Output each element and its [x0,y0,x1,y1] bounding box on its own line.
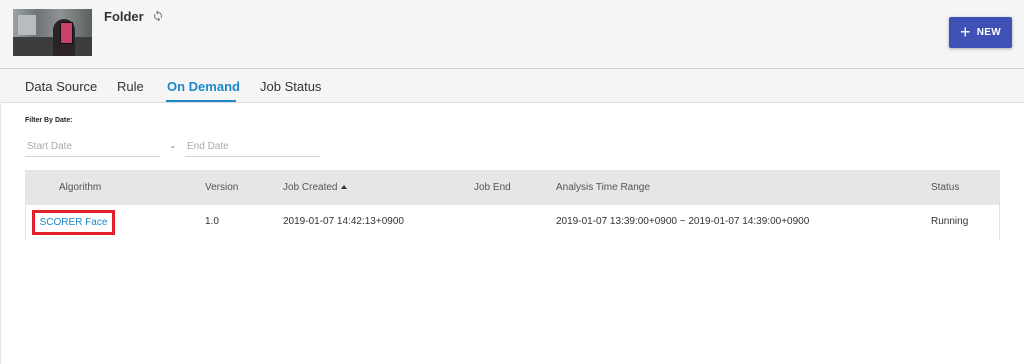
refresh-icon[interactable] [151,9,165,23]
filter-by-date-label: Filter By Date: [25,117,73,124]
sort-ascending-icon [341,185,348,189]
algorithm-link[interactable]: SCORER Face [32,210,115,235]
column-header-analysis-time-range[interactable]: Analysis Time Range [556,182,650,193]
active-tab-indicator [166,100,236,102]
tab-bar: Data Source Rule On Demand Job Status [0,69,1024,103]
column-header-job-created[interactable]: Job Created [283,182,348,193]
column-header-algorithm[interactable]: Algorithm [59,182,101,193]
table-header: Algorithm Version Job Created Job End An… [26,171,999,205]
folder-thumbnail[interactable] [13,9,92,56]
page-header: Folder + NEW [0,0,1024,69]
column-header-job-end[interactable]: Job End [474,182,511,193]
tab-job-status[interactable]: Job Status [260,79,321,94]
new-button[interactable]: + NEW [949,17,1012,48]
analysis-time-range-cell: 2019-01-07 13:39:00+0900 ~ 2019-01-07 14… [556,216,810,227]
folder-title: Folder [104,9,144,24]
column-header-status[interactable]: Status [931,182,959,193]
tab-rule[interactable]: Rule [117,79,144,94]
jobs-table: Algorithm Version Job Created Job End An… [25,170,1000,240]
status-cell: Running [931,216,969,227]
plus-icon: + [959,22,971,42]
column-header-version[interactable]: Version [205,182,238,193]
new-button-label: NEW [976,27,1002,38]
table-row[interactable]: SCORER Face 1.0 2019-01-07 14:42:13+0900… [26,205,999,240]
start-date-input[interactable] [25,137,160,157]
content-border [0,103,1,364]
tab-on-demand[interactable]: On Demand [167,79,240,94]
job-created-cell: 2019-01-07 14:42:13+0900 [283,216,404,227]
tab-data-source[interactable]: Data Source [25,79,97,94]
job-created-label: Job Created [283,182,338,193]
end-date-input[interactable] [185,137,320,157]
version-cell: 1.0 [205,216,219,227]
date-separator: - [171,141,175,153]
